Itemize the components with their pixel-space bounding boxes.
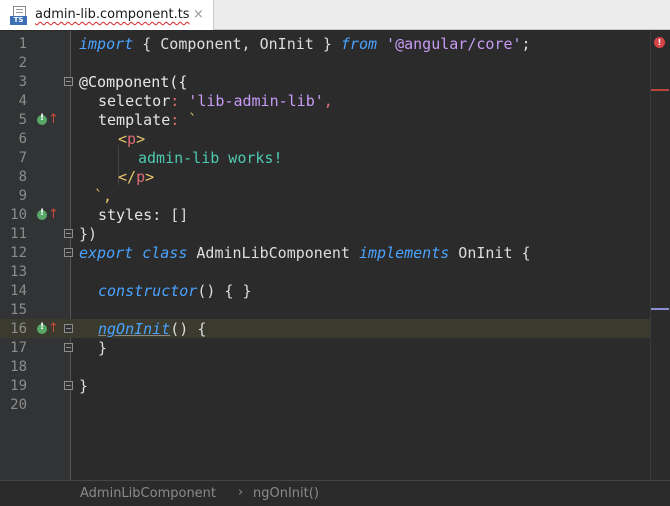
code-line-6: <p> — [118, 130, 146, 148]
error-stripe[interactable] — [650, 31, 670, 480]
fold-icon[interactable] — [64, 77, 73, 86]
code-line-11: }) — [79, 225, 98, 243]
file-tab-title[interactable]: admin-lib.component.ts — [35, 7, 190, 22]
error-indicator-icon[interactable]: ! — [654, 37, 665, 48]
line-number: 20 — [10, 397, 27, 413]
line-number: 5 — [18, 112, 27, 128]
code-line-4: selector: 'lib-admin-lib', — [98, 92, 333, 110]
code-line-3: @Component({ — [79, 73, 188, 91]
line-number: 3 — [18, 74, 27, 90]
code-editor[interactable]: import { Component, OnInit } from '@angu… — [79, 31, 639, 480]
line-number: 19 — [10, 378, 27, 394]
code-line-12: export class AdminLibComponent implement… — [79, 244, 531, 262]
error-stripe-mark[interactable] — [651, 89, 669, 91]
close-tab-icon[interactable]: × — [193, 7, 204, 22]
file-line-decor — [16, 12, 23, 13]
ts-label: TS — [10, 16, 27, 25]
line-number: 18 — [10, 359, 27, 375]
error-stripe-mark[interactable] — [651, 308, 669, 310]
file-tab[interactable]: TS admin-lib.component.ts × — [0, 0, 214, 30]
line-number: 1 — [18, 36, 27, 52]
breadcrumb-item-class[interactable]: AdminLibComponent — [80, 486, 216, 501]
line-number: 13 — [10, 264, 27, 280]
editor-window: TS admin-lib.component.ts × 1 2 3 4 5 6 7 8 9 10 1… — [0, 0, 670, 506]
code-line-16: ngOnInit() { — [98, 320, 207, 338]
line-number: 7 — [18, 150, 27, 166]
line-number: 16 — [10, 321, 27, 337]
breadcrumb-separator: › — [238, 485, 244, 500]
editor-tab-bar: TS admin-lib.component.ts × — [0, 0, 670, 30]
fold-icon[interactable] — [64, 248, 73, 257]
code-line-10: styles: [] — [98, 206, 189, 224]
override-marker-icon[interactable]: ↑ — [37, 206, 59, 225]
breadcrumb: AdminLibComponent › ngOnInit() — [0, 480, 670, 506]
fold-icon[interactable] — [64, 324, 73, 333]
line-number: 12 — [10, 245, 27, 261]
code-line-17: } — [98, 339, 108, 357]
line-number: 4 — [18, 93, 27, 109]
code-line-19: } — [79, 377, 89, 395]
code-line-9: `, — [94, 187, 113, 205]
line-number: 6 — [18, 131, 27, 147]
fold-icon[interactable] — [64, 381, 73, 390]
typescript-file-icon: TS — [10, 6, 30, 26]
code-line-8: </p> — [118, 168, 155, 186]
code-line-1: import { Component, OnInit } from '@angu… — [79, 35, 531, 53]
line-number: 2 — [18, 55, 27, 71]
file-line-decor — [16, 9, 23, 10]
fold-icon[interactable] — [64, 343, 73, 352]
line-number: 17 — [10, 340, 27, 356]
line-number: 15 — [10, 302, 27, 318]
line-number: 9 — [18, 188, 27, 204]
line-number: 14 — [10, 283, 27, 299]
override-marker-icon[interactable]: ↑ — [37, 111, 59, 130]
code-line-5: template: ` — [98, 111, 198, 129]
fold-icon[interactable] — [64, 229, 73, 238]
line-number: 8 — [18, 169, 27, 185]
override-marker-icon[interactable]: ↑ — [37, 320, 59, 339]
code-line-7: admin-lib works! — [138, 149, 283, 167]
line-number: 10 — [10, 207, 27, 223]
line-number: 11 — [10, 226, 27, 242]
breadcrumb-item-method[interactable]: ngOnInit() — [253, 486, 319, 501]
code-line-14: constructor() { } — [98, 282, 252, 300]
